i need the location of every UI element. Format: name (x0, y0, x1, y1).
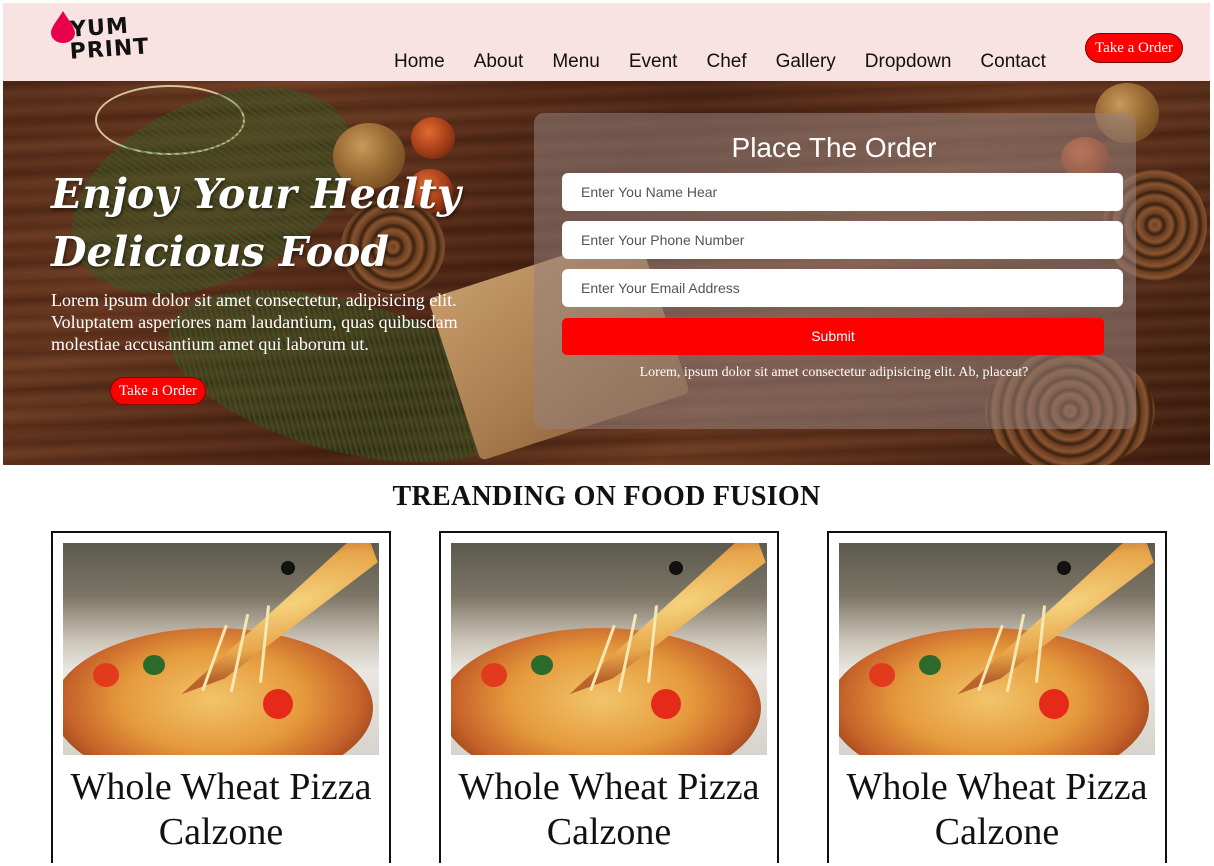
nav-dropdown[interactable]: Dropdown (865, 51, 952, 73)
card-title: Whole Wheat Pizza Calzone (846, 766, 1148, 853)
nav-contact[interactable]: Contact (980, 51, 1045, 73)
food-card[interactable]: Whole Wheat Pizza Calzone (51, 531, 391, 863)
hero-title-line2: Delicious Food (51, 228, 390, 276)
main-nav: Home About Menu Event Chef Gallery Dropd… (394, 51, 1075, 73)
hero-description: Lorem ipsum dolor sit amet consectetur, … (51, 290, 458, 354)
phone-input[interactable] (562, 221, 1123, 259)
nav-about[interactable]: About (474, 51, 524, 73)
trending-title: TREANDING ON FOOD FUSION (392, 481, 821, 512)
hero-title: Enjoy Your Healty Delicious Food (51, 165, 471, 281)
hero-title-line1: Enjoy Your Healty (51, 170, 461, 218)
nav-home[interactable]: Home (394, 51, 445, 73)
email-input[interactable] (562, 269, 1123, 307)
food-card[interactable]: Whole Wheat Pizza Calzone (827, 531, 1167, 863)
page: YUM PRINT Home About Menu Event Chef Gal… (3, 3, 1210, 863)
pizza-image (451, 543, 767, 755)
nav-gallery[interactable]: Gallery (776, 51, 836, 73)
nav-chef[interactable]: Chef (706, 51, 746, 73)
order-form-title: Place The Order (731, 132, 937, 163)
pizza-image (63, 543, 379, 755)
submit-button[interactable]: Submit (562, 318, 1104, 355)
nav-event[interactable]: Event (629, 51, 678, 73)
hazelnut-decoration (411, 117, 455, 159)
logo-line2: PRINT (68, 34, 151, 65)
card-title: Whole Wheat Pizza Calzone (70, 766, 372, 853)
card-title: Whole Wheat Pizza Calzone (458, 766, 760, 853)
nav-take-order-button[interactable]: Take a Order (1085, 33, 1183, 63)
logo[interactable]: YUM PRINT (51, 11, 161, 75)
order-form-note: Lorem, ipsum dolor sit amet consectetur … (639, 365, 1029, 380)
food-card[interactable]: Whole Wheat Pizza Calzone (439, 531, 779, 863)
pizza-image (839, 543, 1155, 755)
nav-menu[interactable]: Menu (552, 51, 600, 73)
hero-section: Enjoy Your Healty Delicious Food Lorem i… (3, 81, 1210, 465)
order-form: Place The Order Submit Lorem, ipsum dolo… (534, 113, 1136, 429)
name-input[interactable] (562, 173, 1123, 211)
hero-take-order-button[interactable]: Take a Order (110, 377, 206, 405)
navbar: YUM PRINT Home About Menu Event Chef Gal… (3, 3, 1210, 81)
